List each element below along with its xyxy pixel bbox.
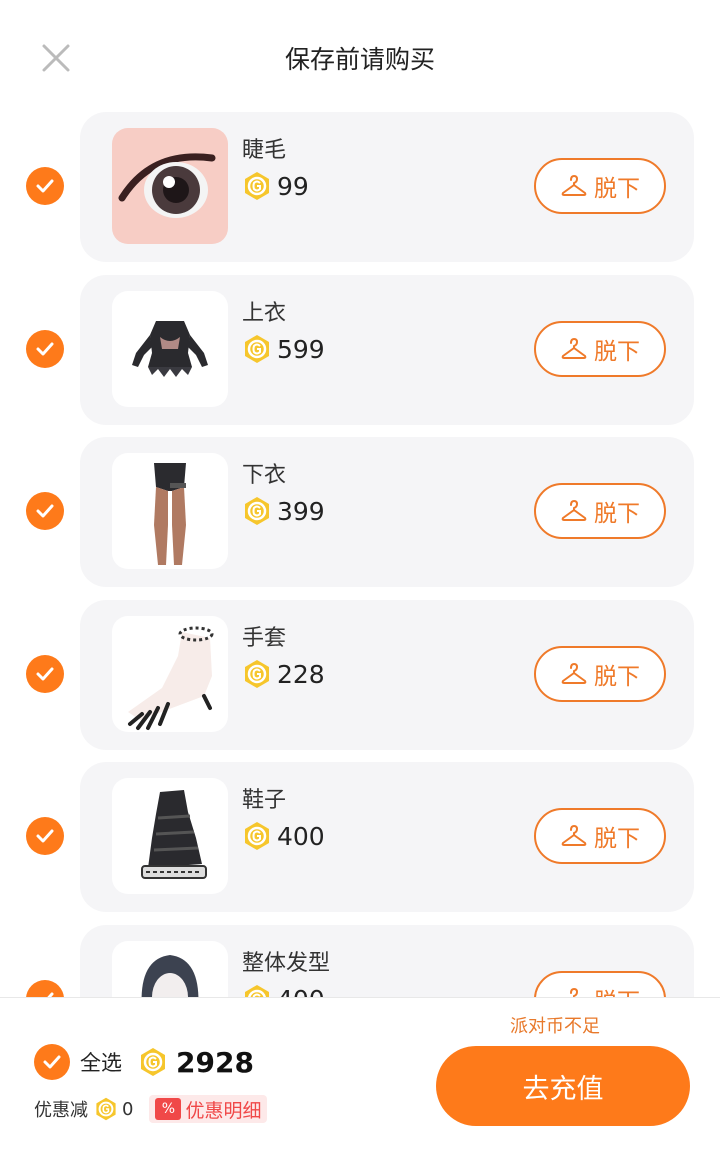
item-name: 手套 [242,626,287,651]
coin-icon [245,985,269,997]
take-off-button[interactable]: 脱下 [534,158,666,214]
item-name: 下衣 [242,463,287,488]
take-off-label: 脱下 [594,982,640,997]
select-all-checkbox[interactable] [34,1044,70,1080]
item-thumbnail [112,616,228,732]
price-value: 400 [277,985,325,998]
price-value: 599 [277,334,325,364]
item-name: 睫毛 [242,138,287,163]
coin-icon [96,1097,116,1121]
eyelash-image [118,153,216,218]
item-card[interactable]: 下衣 399 脱下 [80,437,694,587]
item-checkbox[interactable] [26,817,64,855]
item-name: 鞋子 [242,788,287,813]
select-all-toggle[interactable]: 全选 [34,1042,122,1082]
item-thumbnail [112,453,228,569]
item-checkbox[interactable] [26,655,64,693]
take-off-button[interactable]: 脱下 [534,646,666,702]
item-checkbox[interactable] [26,167,64,205]
take-off-label: 脱下 [594,664,640,690]
take-off-label: 脱下 [594,176,640,202]
header: 保存前请购买 [0,0,720,112]
page-title: 保存前请购买 [284,45,435,74]
take-off-button[interactable]: 脱下 [534,808,666,864]
item-checkbox[interactable] [26,980,64,997]
take-off-label: 脱下 [594,501,640,527]
item-checkbox[interactable] [26,330,64,368]
coin-icon [245,172,269,200]
item-name: 整体发型 [242,951,331,976]
top-clothing-image [132,321,208,377]
price-value: 228 [277,659,325,689]
list-item: 整体发型 400 脱下 [0,925,720,997]
take-off-label: 脱下 [594,826,640,852]
purchase-list[interactable]: 睫毛 99 脱下 上衣 599 脱下 下衣 399 脱下 手套 228 脱下 鞋… [0,112,720,997]
item-price: 399 [242,495,325,527]
list-item: 手套 228 脱下 [0,600,720,750]
hanger-icon [561,825,587,846]
item-card[interactable]: 睫毛 99 脱下 [80,112,694,262]
coin-icon [245,660,269,688]
item-price: 599 [242,333,325,365]
item-thumbnail [112,291,228,407]
list-item: 上衣 599 脱下 [0,275,720,425]
hanger-icon [561,338,587,359]
item-name: 上衣 [242,301,287,326]
total-price: 2928 [138,1042,254,1082]
hanger-icon [561,663,587,684]
hair-image [141,955,199,997]
item-thumbnail [112,941,228,997]
item-checkbox[interactable] [26,492,64,530]
insufficient-coins-warning: 派对币不足 [510,1016,600,1037]
hanger-icon [561,500,587,521]
discount-detail-label: 优惠明细 [185,1099,262,1122]
item-thumbnail [112,778,228,894]
percent-badge-icon: % [155,1098,182,1120]
total-value: 2928 [176,1045,254,1079]
item-card[interactable]: 手套 228 脱下 [80,600,694,750]
item-thumbnail [112,128,228,244]
price-value: 99 [277,171,309,201]
price-value: 400 [277,821,325,851]
item-price: 99 [242,170,309,202]
checkout-footer: 派对币不足 全选 2928 优惠减 0 % 优惠明细 去充值 [0,997,720,1153]
item-price: 228 [242,658,325,690]
discount-detail-link[interactable]: % 优惠明细 [149,1095,268,1123]
list-item: 鞋子 400 脱下 [0,762,720,912]
discount-value: 0 [122,1098,134,1120]
discount-label: 优惠减 [34,1100,88,1121]
item-card[interactable]: 上衣 599 脱下 [80,275,694,425]
coin-icon [245,335,269,363]
take-off-label: 脱下 [594,339,640,365]
take-off-button[interactable]: 脱下 [534,321,666,377]
take-off-button[interactable]: 脱下 [534,971,666,997]
item-price: 400 [242,983,325,997]
bottom-clothing-image [154,463,186,565]
coin-icon [141,1048,165,1076]
price-value: 399 [277,496,325,526]
shoe-image [141,790,207,879]
hanger-icon [570,988,578,997]
list-item: 下衣 399 脱下 [0,437,720,587]
recharge-button[interactable]: 去充值 [436,1046,690,1126]
glove-image [128,626,214,730]
item-card[interactable]: 整体发型 400 脱下 [80,925,694,997]
hanger-icon [561,175,587,196]
coin-icon [245,497,269,525]
list-item: 睫毛 99 脱下 [0,112,720,262]
coin-icon [245,822,269,850]
item-price: 400 [242,820,325,852]
discount-row: 优惠减 0 % 优惠明细 [34,1094,268,1124]
item-card[interactable]: 鞋子 400 脱下 [80,762,694,912]
select-all-label: 全选 [80,1051,122,1075]
take-off-button[interactable]: 脱下 [534,483,666,539]
